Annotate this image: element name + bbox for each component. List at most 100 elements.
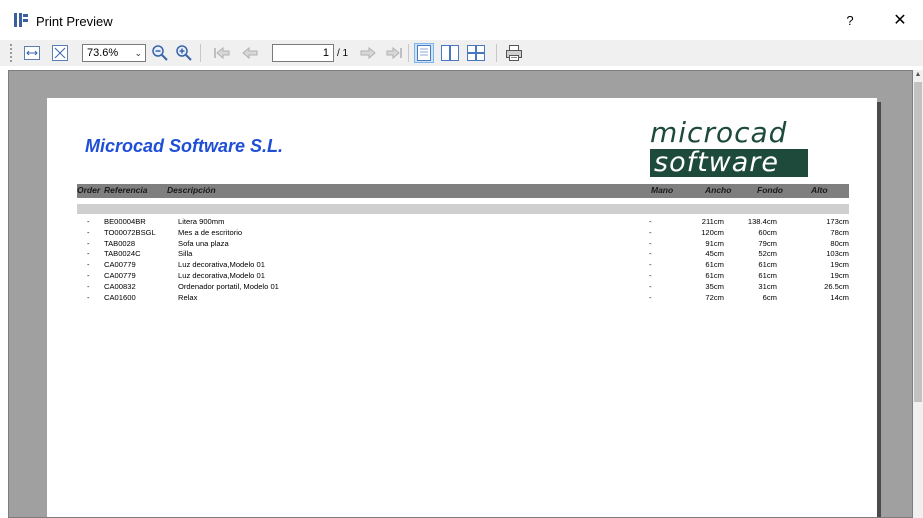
cell-mano: - bbox=[649, 217, 652, 226]
cell-order: - bbox=[87, 238, 90, 248]
col-mano: Mano bbox=[651, 185, 674, 195]
cell-ref: TAB0028 bbox=[104, 238, 136, 248]
cell-alto: 103cm bbox=[826, 249, 849, 259]
first-page-button[interactable] bbox=[212, 43, 232, 63]
two-page-view-button[interactable] bbox=[440, 43, 460, 63]
header-band bbox=[77, 204, 849, 214]
close-button[interactable]: ✕ bbox=[888, 11, 912, 31]
fit-width-icon bbox=[24, 46, 40, 60]
cell-fondo: 52cm bbox=[758, 249, 777, 259]
cell-fondo: 79cm bbox=[758, 238, 777, 248]
zoom-in-button[interactable] bbox=[174, 43, 194, 63]
previous-page-button[interactable] bbox=[240, 43, 260, 63]
cell-desc: Litera 900mm bbox=[178, 217, 225, 226]
cell-order: - bbox=[87, 292, 90, 302]
fit-page-icon bbox=[52, 45, 68, 61]
cell-fondo: 6cm bbox=[762, 292, 777, 302]
cell-ancho: 72cm bbox=[705, 292, 724, 302]
toolbar-separator bbox=[408, 44, 409, 62]
cell-ancho: 120cm bbox=[701, 227, 724, 237]
preview-viewport[interactable]: Microcad Software S.L. microcad software… bbox=[8, 70, 913, 518]
scroll-up-icon[interactable]: ▲ bbox=[913, 70, 923, 80]
cell-ref: CA00779 bbox=[104, 270, 136, 280]
cell-order: - bbox=[87, 217, 90, 226]
cell-ref: CA00779 bbox=[104, 260, 136, 270]
table-row: - CA00779 Luz decorativa,Modelo 01 - 61cm 61c… bbox=[77, 260, 849, 271]
cell-mano: - bbox=[649, 281, 652, 291]
report-page: Microcad Software S.L. microcad software… bbox=[47, 98, 877, 517]
microcad-logo: microcad software bbox=[650, 118, 808, 178]
cell-mano: - bbox=[649, 227, 652, 237]
cell-ancho: 61cm bbox=[705, 270, 724, 280]
print-button[interactable] bbox=[504, 43, 524, 63]
toolbar: 73.6% ⌄ 1 / 1 bbox=[0, 40, 923, 66]
cell-desc: Ordenador portatil, Modelo 01 bbox=[178, 281, 279, 291]
cell-alto: 26.5cm bbox=[824, 281, 849, 291]
title-bar: Print Preview ? ✕ bbox=[0, 0, 923, 40]
table-row: - BE00004BR Litera 900mm - 211cm 138.4cm 173cm bbox=[77, 217, 849, 228]
fit-width-button[interactable] bbox=[22, 43, 42, 63]
cell-alto: 19cm bbox=[830, 260, 849, 270]
table-body: - BE00004BR Litera 900mm - 211cm 138.4cm 173cm… bbox=[77, 217, 849, 303]
cell-mano: - bbox=[649, 270, 652, 280]
cell-order: - bbox=[87, 260, 90, 270]
zoom-value: 73.6% bbox=[87, 47, 119, 59]
cell-fondo: 60cm bbox=[758, 227, 777, 237]
cell-fondo: 138.4cm bbox=[747, 217, 777, 226]
zoom-in-icon bbox=[176, 45, 192, 61]
cell-desc: Luz decorativa,Modelo 01 bbox=[178, 270, 265, 280]
multi-page-view-button[interactable] bbox=[466, 43, 486, 63]
cell-fondo: 61cm bbox=[758, 270, 777, 280]
col-descripcion: Descripción bbox=[167, 185, 216, 195]
cell-alto: 78cm bbox=[830, 227, 849, 237]
page-total: / 1 bbox=[337, 48, 349, 59]
cell-order: - bbox=[87, 281, 90, 291]
next-page-button[interactable] bbox=[358, 43, 378, 63]
col-ancho: Ancho bbox=[705, 185, 732, 195]
cell-order: - bbox=[87, 227, 90, 237]
cell-mano: - bbox=[649, 249, 652, 259]
cell-mano: - bbox=[649, 260, 652, 270]
help-button[interactable]: ? bbox=[840, 11, 860, 31]
printer-icon bbox=[506, 45, 522, 61]
arrow-right-icon bbox=[360, 46, 376, 60]
cell-ancho: 45cm bbox=[705, 249, 724, 259]
zoom-select[interactable]: 73.6% ⌄ bbox=[82, 44, 146, 62]
cell-mano: - bbox=[649, 238, 652, 248]
zoom-out-button[interactable] bbox=[150, 43, 170, 63]
table-row: - TAB0028 Sofa una plaza - 91cm 79cm 80cm bbox=[77, 239, 849, 250]
four-pages-icon bbox=[467, 45, 485, 61]
cell-desc: Mes a de escritorio bbox=[178, 227, 243, 237]
first-page-icon bbox=[214, 46, 230, 60]
cell-ancho: 35cm bbox=[705, 281, 724, 291]
single-page-view-button[interactable] bbox=[414, 43, 434, 63]
cell-ancho: 61cm bbox=[705, 260, 724, 270]
col-alto: Alto bbox=[811, 185, 828, 195]
cell-desc: Relax bbox=[178, 292, 198, 302]
toolbar-grip[interactable] bbox=[10, 44, 14, 62]
table-row: - CA00779 Luz decorativa,Modelo 01 - 61cm 61c… bbox=[77, 271, 849, 282]
two-pages-icon bbox=[441, 45, 459, 61]
vertical-scrollbar[interactable]: ▲ bbox=[913, 70, 923, 518]
window-title: Print Preview bbox=[36, 14, 113, 29]
table-header: Order Referencia Descripción Mano Ancho … bbox=[77, 184, 849, 198]
cell-ref: TAB0024C bbox=[104, 249, 141, 259]
col-fondo: Fondo bbox=[757, 185, 783, 195]
toolbar-separator bbox=[200, 44, 201, 62]
cell-alto: 80cm bbox=[830, 238, 849, 248]
page-number-input[interactable]: 1 bbox=[272, 44, 334, 62]
cell-desc: Luz decorativa,Modelo 01 bbox=[178, 260, 265, 270]
last-page-button[interactable] bbox=[384, 43, 404, 63]
zoom-out-icon bbox=[152, 45, 168, 61]
cell-fondo: 31cm bbox=[758, 281, 777, 291]
cell-desc: Silla bbox=[178, 249, 193, 259]
chevron-down-icon: ⌄ bbox=[134, 48, 142, 58]
arrow-left-icon bbox=[242, 46, 258, 60]
last-page-icon bbox=[386, 46, 402, 60]
cell-ancho: 91cm bbox=[705, 238, 724, 248]
cell-ref: BE00004BR bbox=[104, 217, 146, 226]
scrollbar-thumb[interactable] bbox=[914, 82, 922, 402]
print-preview-app-icon bbox=[14, 13, 28, 27]
table-row: - CA00832 Ordenador portatil, Modelo 01 - 35… bbox=[77, 282, 849, 293]
fit-page-button[interactable] bbox=[50, 43, 70, 63]
